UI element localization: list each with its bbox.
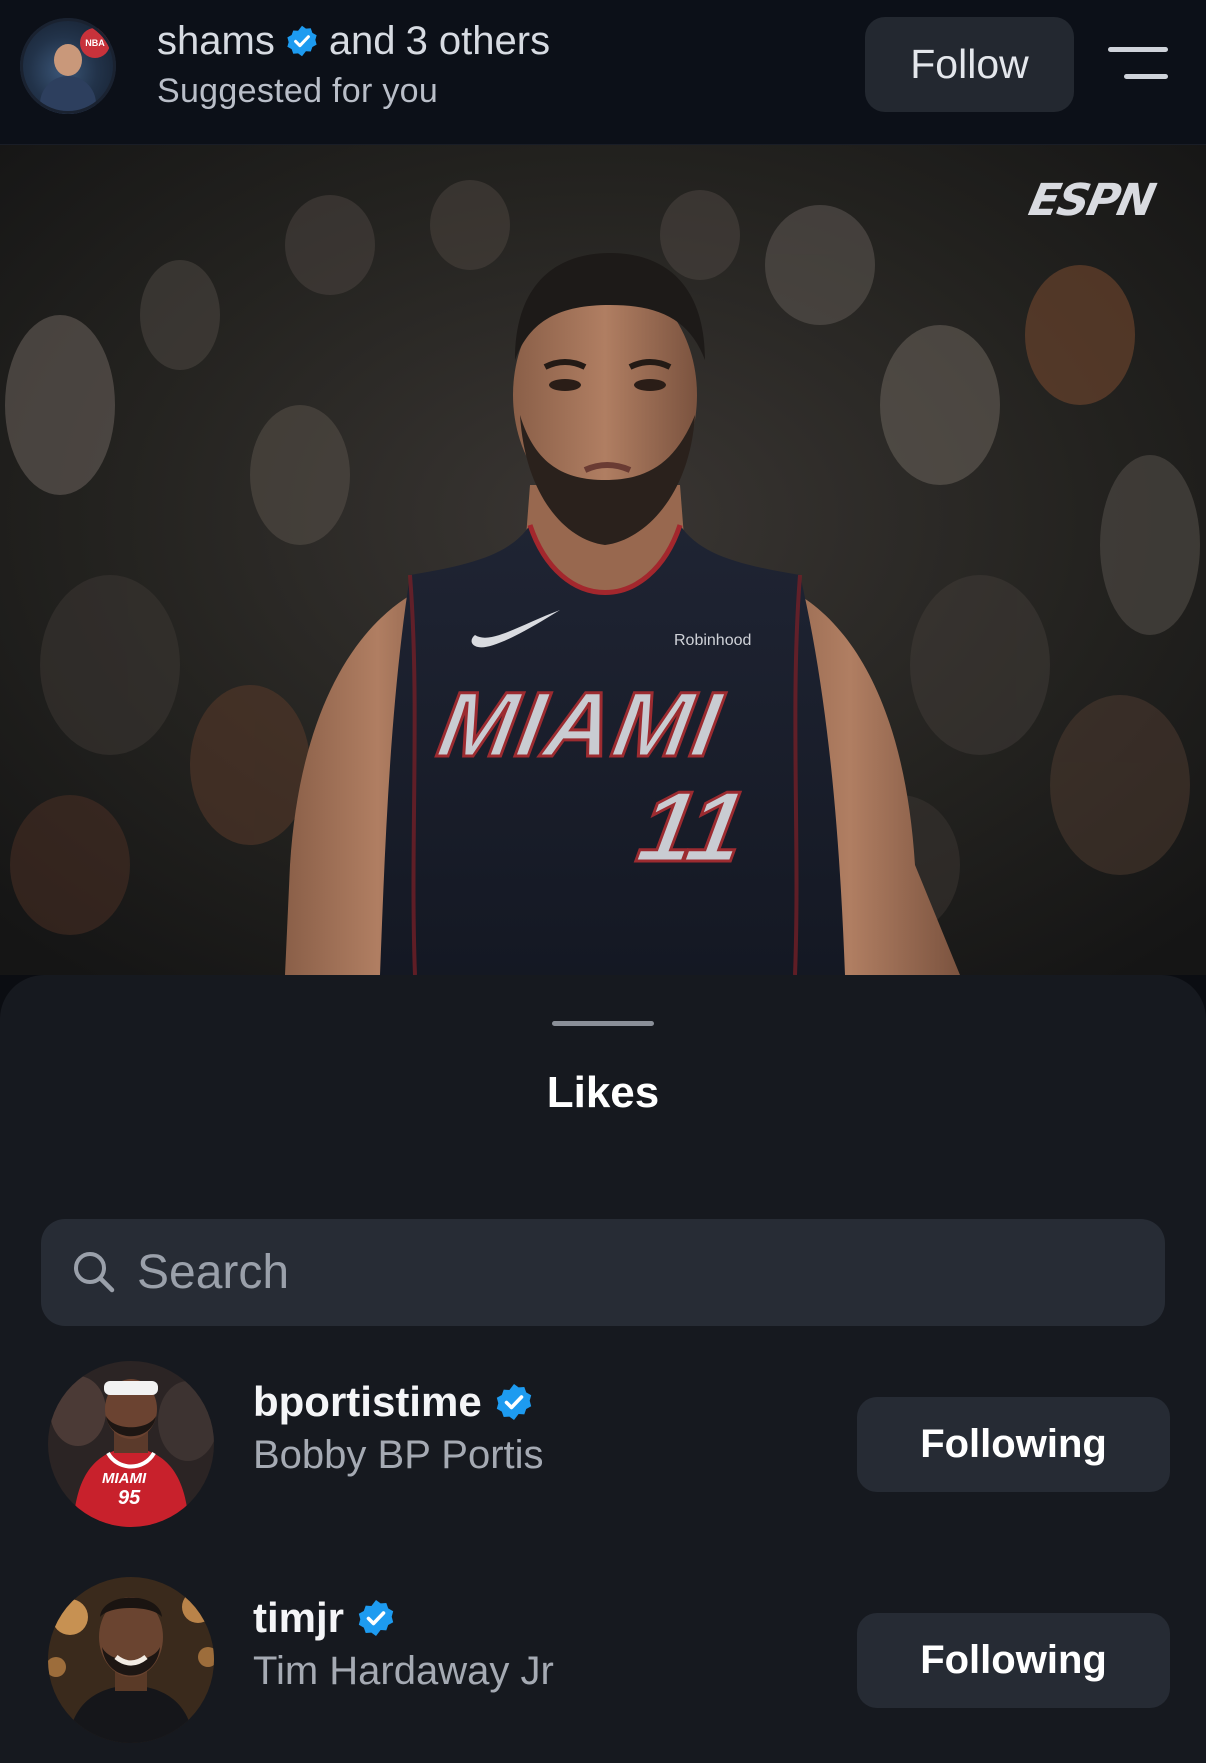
user-text: timjr Tim Hardaway Jr: [253, 1591, 554, 1694]
jersey-number-text: 11: [629, 770, 756, 885]
header-others-link[interactable]: 3 others: [406, 19, 551, 64]
user-handle-line: timjr: [253, 1591, 554, 1645]
verified-badge-icon: [358, 1600, 394, 1636]
verified-badge-icon: [287, 25, 317, 57]
search-bar[interactable]: [41, 1219, 1165, 1326]
user-avatar[interactable]: [48, 1577, 214, 1743]
header-avatar[interactable]: NBA: [20, 18, 116, 114]
following-button[interactable]: Following: [857, 1613, 1170, 1708]
post-header: NBA shams and 3 others Suggested for you…: [0, 0, 1206, 145]
user-handle[interactable]: timjr: [253, 1594, 344, 1642]
header-username[interactable]: shams: [157, 19, 275, 64]
header-subtitle: Suggested for you: [157, 72, 439, 110]
user-text: bportistime Bobby BP Portis: [253, 1375, 544, 1478]
user-handle[interactable]: bportistime: [253, 1378, 482, 1426]
likes-title: Likes: [546, 1068, 660, 1117]
like-user-row[interactable]: timjr Tim Hardaway Jr Following: [0, 1577, 1206, 1747]
post-photo: [0, 145, 1206, 975]
verified-badge-icon: [496, 1384, 531, 1420]
sheet-grabber-handle[interactable]: [552, 1021, 654, 1026]
search-input[interactable]: [137, 1239, 1117, 1305]
user-full-name: Bobby BP Portis: [253, 1433, 544, 1477]
header-title: shams and 3 others: [157, 16, 550, 66]
post-image[interactable]: Robinhood MIAMI 11 ESPN: [0, 145, 1206, 975]
likes-sheet: Likes M: [0, 975, 1206, 1763]
user-avatar[interactable]: MIAMI 95: [48, 1361, 214, 1527]
jersey-sponsor: Robinhood: [674, 632, 752, 649]
avatar-jersey-number: 95: [118, 1487, 141, 1509]
follow-button[interactable]: Follow: [865, 17, 1074, 112]
espn-watermark: ESPN: [1024, 175, 1159, 226]
search-icon: [74, 1252, 115, 1293]
like-user-row[interactable]: MIAMI 95 bportistime Bobby BP Portis Fol…: [0, 1361, 1206, 1531]
menu-lines-icon[interactable]: [1108, 45, 1170, 81]
avatar-jersey-team: MIAMI: [102, 1470, 147, 1487]
following-button[interactable]: Following: [857, 1397, 1170, 1492]
instagram-post-screen: NBA shams and 3 others Suggested for you…: [0, 0, 1206, 1763]
header-and-text: and: [328, 18, 396, 63]
user-avatar-photo: [48, 1577, 214, 1743]
avatar-ring: [20, 18, 116, 114]
user-full-name: Tim Hardaway Jr: [253, 1649, 554, 1693]
jersey-team-text: MIAMI: [430, 673, 732, 778]
user-handle-line: bportistime: [253, 1375, 544, 1429]
